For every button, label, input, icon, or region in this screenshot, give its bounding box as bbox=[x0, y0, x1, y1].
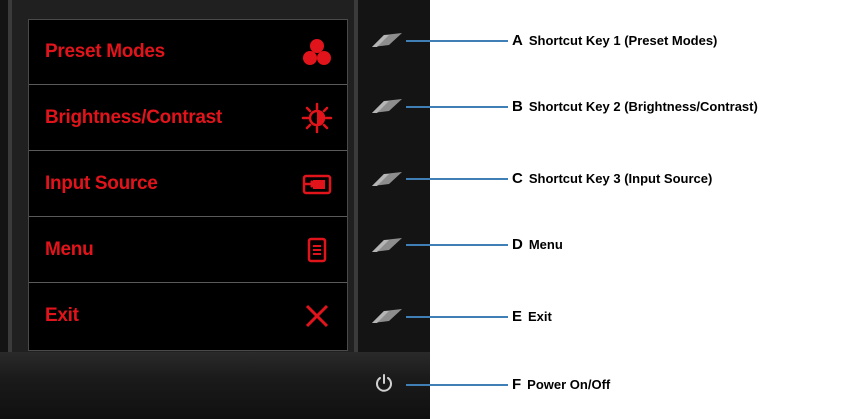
osd-item-label: Menu bbox=[45, 239, 94, 260]
callout-letter: F bbox=[512, 376, 522, 393]
callout-b: B Shortcut Key 2 (Brightness/Contrast) bbox=[512, 98, 758, 116]
callout-c: C Shortcut Key 3 (Input Source) bbox=[512, 170, 712, 188]
callout-text: Shortcut Key 3 (Input Source) bbox=[528, 171, 713, 186]
shortcut-key-3[interactable] bbox=[370, 170, 404, 188]
power-icon bbox=[374, 374, 394, 397]
osd-item-label: Brightness/Contrast bbox=[45, 107, 222, 128]
osd-item-label: Preset Modes bbox=[45, 41, 165, 62]
osd-item-label: Input Source bbox=[45, 173, 158, 194]
callout-text: Shortcut Key 2 (Brightness/Contrast) bbox=[528, 99, 758, 114]
callout-line-e bbox=[406, 316, 508, 318]
osd-item-label: Exit bbox=[45, 305, 79, 326]
osd-item-input-source[interactable]: Input Source bbox=[29, 152, 347, 217]
input-source-icon bbox=[301, 168, 333, 200]
callout-text: Menu bbox=[528, 237, 563, 252]
callout-line-f bbox=[406, 384, 508, 386]
osd-item-exit[interactable]: Exit bbox=[29, 284, 347, 349]
power-button[interactable] bbox=[374, 373, 394, 393]
monitor-bezel-bottom bbox=[0, 352, 430, 419]
close-icon bbox=[301, 300, 333, 332]
callout-letter: A bbox=[512, 32, 523, 49]
callout-line-d bbox=[406, 244, 508, 246]
callout-a: A Shortcut Key 1 (Preset Modes) bbox=[512, 32, 717, 50]
menu-icon bbox=[301, 234, 333, 266]
callout-line-c bbox=[406, 178, 508, 180]
brightness-icon bbox=[301, 102, 333, 134]
osd-item-preset-modes[interactable]: Preset Modes bbox=[29, 20, 347, 85]
preset-modes-icon bbox=[301, 36, 333, 68]
callout-e: E Exit bbox=[512, 308, 552, 326]
callout-letter: C bbox=[512, 170, 523, 187]
exit-key[interactable] bbox=[370, 307, 404, 325]
callout-text: Exit bbox=[528, 309, 552, 324]
callout-d: D Menu bbox=[512, 236, 563, 254]
callout-line-a bbox=[406, 40, 508, 42]
callout-line-b bbox=[406, 106, 508, 108]
callout-text: Power On/Off bbox=[527, 377, 611, 392]
callout-text: Shortcut Key 1 (Preset Modes) bbox=[528, 33, 718, 48]
shortcut-key-1[interactable] bbox=[370, 31, 404, 49]
callout-letter: E bbox=[512, 308, 523, 325]
callout-f: F Power On/Off bbox=[512, 376, 610, 394]
menu-key[interactable] bbox=[370, 236, 404, 254]
callout-letter: B bbox=[512, 98, 523, 115]
callout-letter: D bbox=[512, 236, 523, 253]
osd-item-menu[interactable]: Menu bbox=[29, 218, 347, 283]
osd-item-brightness-contrast[interactable]: Brightness/Contrast bbox=[29, 86, 347, 151]
osd-panel: Preset Modes Brightness/Contrast Input S… bbox=[28, 19, 348, 351]
shortcut-key-2[interactable] bbox=[370, 97, 404, 115]
